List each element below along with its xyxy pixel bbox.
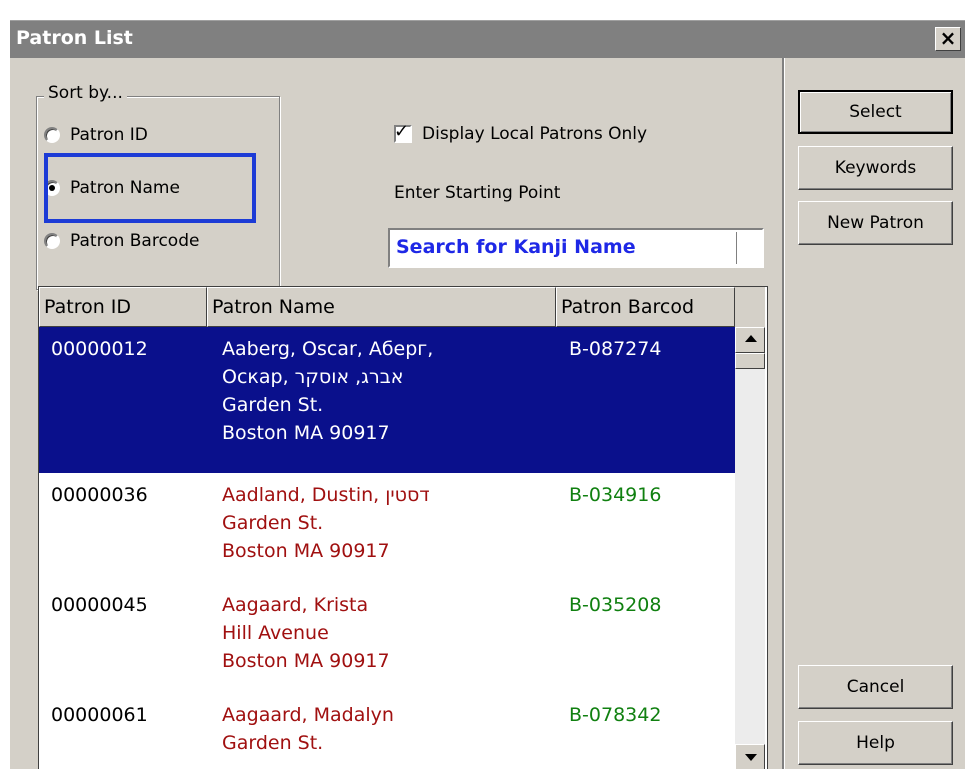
name-line: Boston MA 90917 (222, 422, 390, 444)
patron-id-cell: 00000012 (51, 338, 148, 360)
name-line: Оскар, אברג, אוסקר (222, 366, 404, 388)
patron-list-dialog: Patron List × Sort by... Patron ID Patro… (10, 20, 965, 769)
search-value: Search for Kanji Name (396, 236, 636, 258)
patron-id-cell: 00000036 (51, 484, 148, 506)
name-line: Hill Avenue (222, 622, 329, 644)
patron-id-cell: 00000045 (51, 594, 148, 616)
arrow-up-icon (745, 335, 757, 342)
help-button-label: Help (856, 733, 895, 753)
focus-highlight (44, 153, 256, 223)
close-button[interactable]: × (935, 26, 961, 51)
name-line: Garden St. (222, 732, 324, 754)
radio-label: Patron ID (70, 125, 148, 145)
column-header-patron-id[interactable]: Patron ID (39, 287, 207, 327)
table-header: Patron ID Patron Name Patron Barcod (39, 287, 765, 327)
name-line: Aagaard, Krista (222, 594, 369, 616)
scroll-down-button[interactable] (735, 744, 765, 769)
starting-point-input[interactable]: Search for Kanji Name (388, 228, 764, 268)
name-line: Boston MA 90917 (222, 650, 390, 672)
table-row[interactable]: 00000036 Aadland, Dustin, דסטין Garden S… (39, 473, 735, 583)
patron-barcode-cell: B-078342 (569, 704, 662, 726)
vertical-scrollbar[interactable] (735, 327, 765, 769)
new-patron-button[interactable]: New Patron (798, 201, 953, 245)
help-button[interactable]: Help (798, 721, 953, 765)
checkmark-icon: ✓ (394, 121, 410, 142)
radio-patron-id[interactable]: Patron ID (44, 121, 148, 149)
patron-barcode-cell: B-087274 (569, 338, 662, 360)
checkbox-label: Display Local Patrons Only (422, 124, 648, 144)
starting-point-label: Enter Starting Point (394, 183, 561, 203)
select-button[interactable]: Select (798, 90, 953, 134)
name-line: Boston MA 90917 (222, 540, 390, 562)
radio-patron-barcode[interactable]: Patron Barcode (44, 227, 199, 255)
local-patrons-checkbox[interactable]: ✓ Display Local Patrons Only (394, 121, 647, 147)
patron-name-cell: Aaberg, Oscar, Абepг, Оскар, אברג, אוסקר… (222, 335, 433, 447)
name-line: Aagaard, Madalyn (222, 704, 394, 726)
keywords-button-label: Keywords (834, 158, 917, 178)
radio-button-icon[interactable] (44, 233, 60, 249)
patron-table[interactable]: Patron ID Patron Name Patron Barcod 0000… (38, 286, 768, 769)
close-icon: × (939, 26, 957, 50)
divider (782, 58, 785, 769)
name-line: Aaberg, Oscar, Абepг, (222, 338, 434, 360)
table-row[interactable]: 00000045 Aagaard, Krista Hill Avenue Bos… (39, 583, 735, 693)
column-header-patron-barcode[interactable]: Patron Barcod (556, 287, 735, 327)
patron-name-cell: Aagaard, Madalyn Garden St. (222, 701, 394, 757)
name-line: Aadland, Dustin, דסטין (222, 484, 430, 506)
radio-button-icon[interactable] (44, 127, 60, 143)
scroll-thumb[interactable] (735, 353, 765, 369)
patron-barcode-cell: B-035208 (569, 594, 662, 616)
cancel-button-label: Cancel (846, 677, 905, 697)
window-title: Patron List (16, 27, 133, 49)
scroll-up-button[interactable] (735, 327, 765, 353)
new-patron-button-label: New Patron (827, 213, 924, 233)
name-line: Garden St. (222, 512, 324, 534)
input-divider (736, 232, 737, 264)
patron-name-cell: Aadland, Dustin, דסטין Garden St. Boston… (222, 481, 430, 565)
column-header-patron-name[interactable]: Patron Name (207, 287, 556, 327)
patron-name-cell: Aagaard, Krista Hill Avenue Boston MA 90… (222, 591, 390, 675)
checkbox-icon[interactable]: ✓ (394, 121, 412, 143)
title-bar[interactable]: Patron List × (10, 20, 965, 58)
sort-by-legend: Sort by... (44, 83, 127, 103)
keywords-button[interactable]: Keywords (798, 146, 953, 190)
patron-barcode-cell: B-034916 (569, 484, 662, 506)
patron-id-cell: 00000061 (51, 704, 148, 726)
table-row[interactable]: 00000012 Aaberg, Oscar, Абepг, Оскар, אב… (39, 327, 735, 473)
cancel-button[interactable]: Cancel (798, 665, 953, 709)
select-button-label: Select (849, 102, 902, 122)
table-row[interactable]: 00000061 Aagaard, Madalyn Garden St. B-0… (39, 693, 735, 769)
name-line: Garden St. (222, 394, 324, 416)
radio-label: Patron Barcode (70, 231, 200, 251)
arrow-down-icon (745, 754, 757, 761)
